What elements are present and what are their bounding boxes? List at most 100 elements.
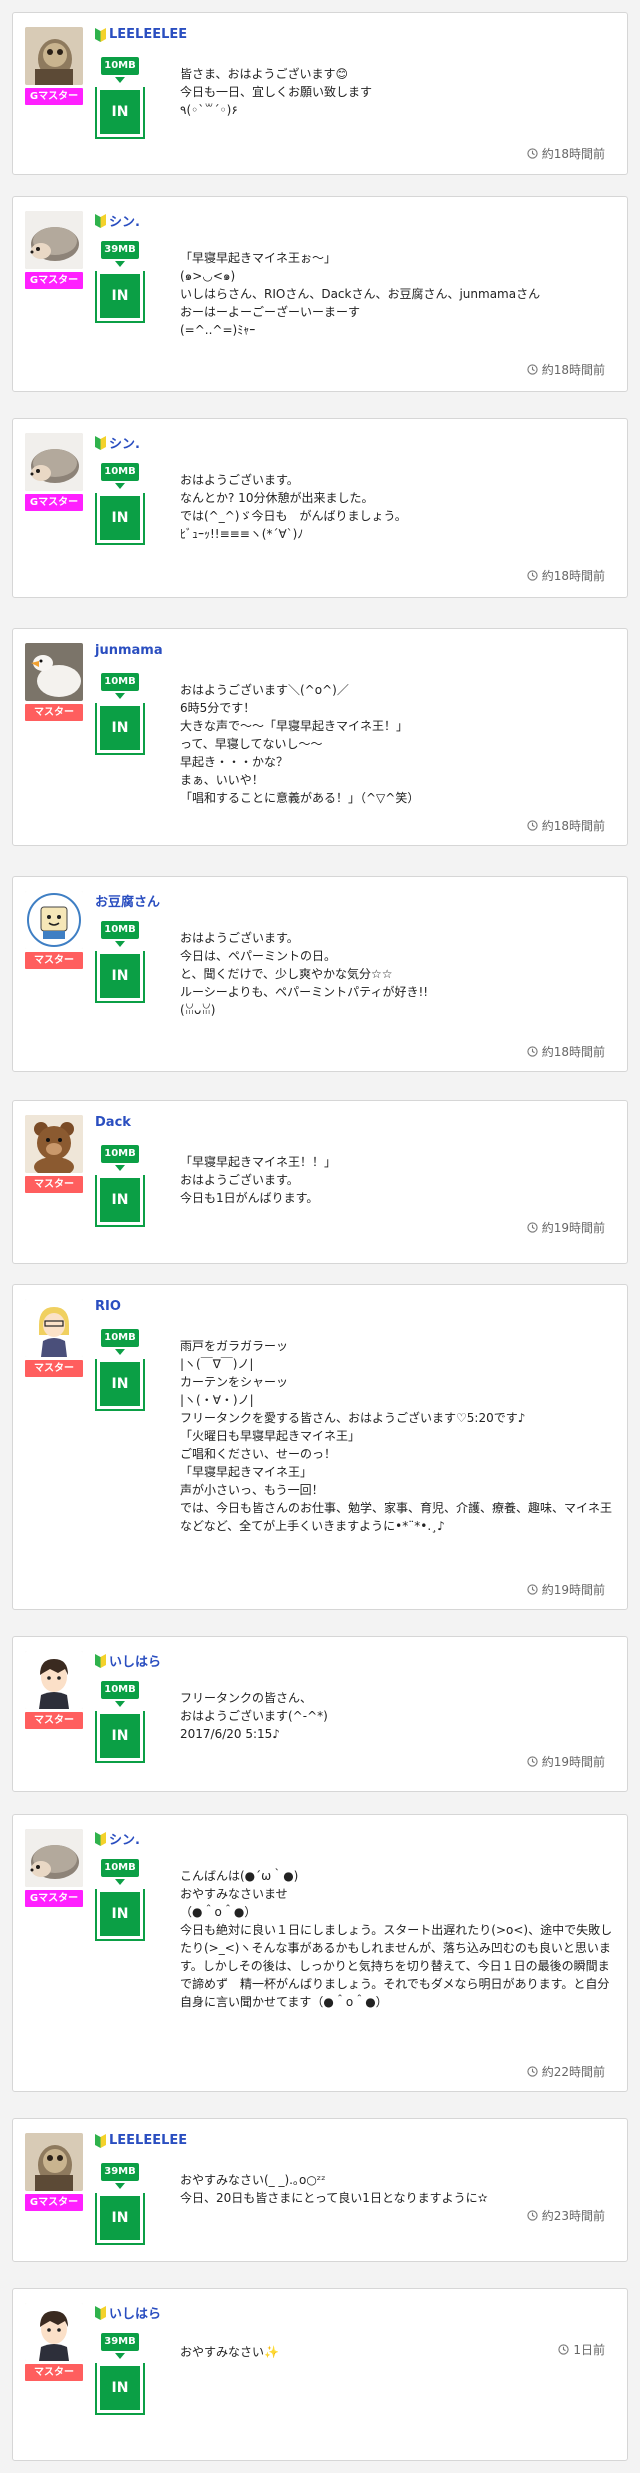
in-box: IN [95,703,145,755]
user-name[interactable]: シン. [95,211,140,230]
post-card: マスター いしはら 10MB IN フリータンクの皆さん、 おはようございます(… [12,1636,628,1792]
clock-icon [527,1756,538,1767]
boy-avatar[interactable] [25,1651,83,1709]
arrow-down-icon [115,261,125,267]
post-text: おやすみなさい(_ _).｡o○ᶻᶻ 今日、20日も皆さまにとって良い1日となり… [180,2173,488,2205]
fish-avatar[interactable] [25,27,83,85]
clock-icon [527,1222,538,1233]
hedgehog-avatar[interactable] [25,211,83,269]
clock-icon [527,820,538,831]
user-name[interactable]: シン. [95,1829,140,1848]
post-card: マスター Dack 10MB IN 「早寝早起きマイネ王！！」 おはようございま… [12,1100,628,1264]
data-size-badge: 10MB [101,57,139,75]
in-box: IN [95,1359,145,1411]
post-time: 約18時間前 [527,817,605,834]
user-name[interactable]: Dack [95,1115,131,1130]
swan-avatar[interactable] [25,643,83,701]
in-label: IN [100,90,140,134]
tank-meter: 39MB IN [95,2333,171,2415]
user-name[interactable]: junmama [95,643,163,658]
post-time-label: 1日前 [573,2343,605,2357]
rank-badge: マスター [25,1360,83,1377]
user-avatar-column: マスター [25,1299,83,1377]
in-box: IN [95,1711,145,1763]
user-name[interactable]: シン. [95,433,140,452]
user-name[interactable]: いしはら [95,1651,161,1670]
bear-avatar[interactable] [25,1115,83,1173]
post-text: 皆さま、おはようございます😊 今日も一日、宜しくお願い致します ٩(◦`꒳´◦)… [180,67,373,117]
beginner-mark-icon [95,2134,106,2148]
post-time-label: 約18時間前 [541,363,605,377]
post-card: Gマスター シン. 39MB IN 「早寝早起きマイネ王ぉ〜」 (๑>◡<๑) … [12,196,628,392]
in-label: IN [100,954,140,998]
in-box: IN [95,1175,145,1227]
user-name[interactable]: LEELEELEE [95,27,187,42]
data-size-badge: 10MB [101,463,139,481]
tank-meter: 10MB IN [95,1145,171,1227]
user-name[interactable]: LEELEELEE [95,2133,187,2148]
post-feed: Gマスター LEELEELEE 10MB IN 皆さま、おはようございます😊 今… [0,0,640,2473]
post-time: 約22時間前 [527,2063,605,2080]
post-time: 約18時間前 [527,1043,605,1060]
user-name-label: いしはら [109,1655,162,1670]
clock-icon [527,1584,538,1595]
user-avatar-column: マスター [25,643,83,721]
post-text: おやすみなさい✨ [180,2345,279,2359]
hedgehog-avatar[interactable] [25,1829,83,1887]
post-time-label: 約18時間前 [541,569,605,583]
clock-icon [527,364,538,375]
rank-badge: マスター [25,704,83,721]
post-card: マスター RIO 10MB IN 雨戸をガラガラーッ |ヽ(￣∇￣)ノ| カーテ… [12,1284,628,1610]
post-text: フリータンクの皆さん、 おはようございます(^-^*) 2017/6/20 5:… [180,1691,328,1741]
rank-badge: Gマスター [25,88,83,105]
beginner-mark-icon [95,214,106,228]
in-box: IN [95,2363,145,2415]
post-card: Gマスター LEELEELEE 10MB IN 皆さま、おはようございます😊 今… [12,12,628,175]
in-label: IN [100,706,140,750]
user-name[interactable]: RIO [95,1299,121,1314]
post-time: 約19時間前 [527,1581,605,1598]
tofu-avatar[interactable] [25,891,83,949]
in-label: IN [100,274,140,318]
beginner-mark-icon [95,28,106,42]
post-time: 約19時間前 [527,1753,605,1770]
clock-icon [527,2066,538,2077]
user-avatar-column: Gマスター [25,2133,83,2211]
clock-icon [527,1046,538,1057]
in-label: IN [100,2196,140,2240]
in-box: IN [95,87,145,139]
user-name[interactable]: お豆腐さん [95,891,160,910]
post-time-label: 約23時間前 [541,2209,605,2223]
rank-badge: Gマスター [25,2194,83,2211]
beginner-mark-icon [95,1832,106,1846]
data-size-badge: 10MB [101,1859,139,1877]
post-card: マスター junmama 10MB IN おはようございます＼(^o^)／ 6時… [12,628,628,846]
arrow-down-icon [115,2183,125,2189]
in-label: IN [100,1892,140,1936]
user-name[interactable]: いしはら [95,2303,161,2322]
boy-avatar[interactable] [25,2303,83,2361]
fish-avatar[interactable] [25,2133,83,2191]
data-size-badge: 39MB [101,241,139,259]
in-label: IN [100,496,140,540]
tank-meter: 39MB IN [95,2163,171,2245]
blonde-avatar[interactable] [25,1299,83,1357]
hedgehog-avatar[interactable] [25,433,83,491]
post-time: 約18時間前 [527,145,605,162]
user-name-label: Dack [95,1115,131,1130]
user-avatar-column: Gマスター [25,27,83,105]
user-avatar-column: マスター [25,2303,83,2381]
tank-meter: 10MB IN [95,1859,171,1941]
post-time-label: 約18時間前 [541,1045,605,1059]
post-text: 「早寝早起きマイネ王！！」 おはようございます。 今日も1日がんばります。 [180,1155,337,1205]
post-card: Gマスター シン. 10MB IN こんばんは(●´ω｀●) おやすみなさいませ… [12,1814,628,2092]
user-name-label: シン. [109,1833,140,1848]
tank-meter: 10MB IN [95,1681,171,1763]
post-time-label: 約19時間前 [541,1221,605,1235]
rank-badge: Gマスター [25,1890,83,1907]
user-avatar-column: マスター [25,891,83,969]
in-label: IN [100,2366,140,2410]
data-size-badge: 39MB [101,2333,139,2351]
user-name-label: junmama [95,643,163,658]
data-size-badge: 10MB [101,1681,139,1699]
